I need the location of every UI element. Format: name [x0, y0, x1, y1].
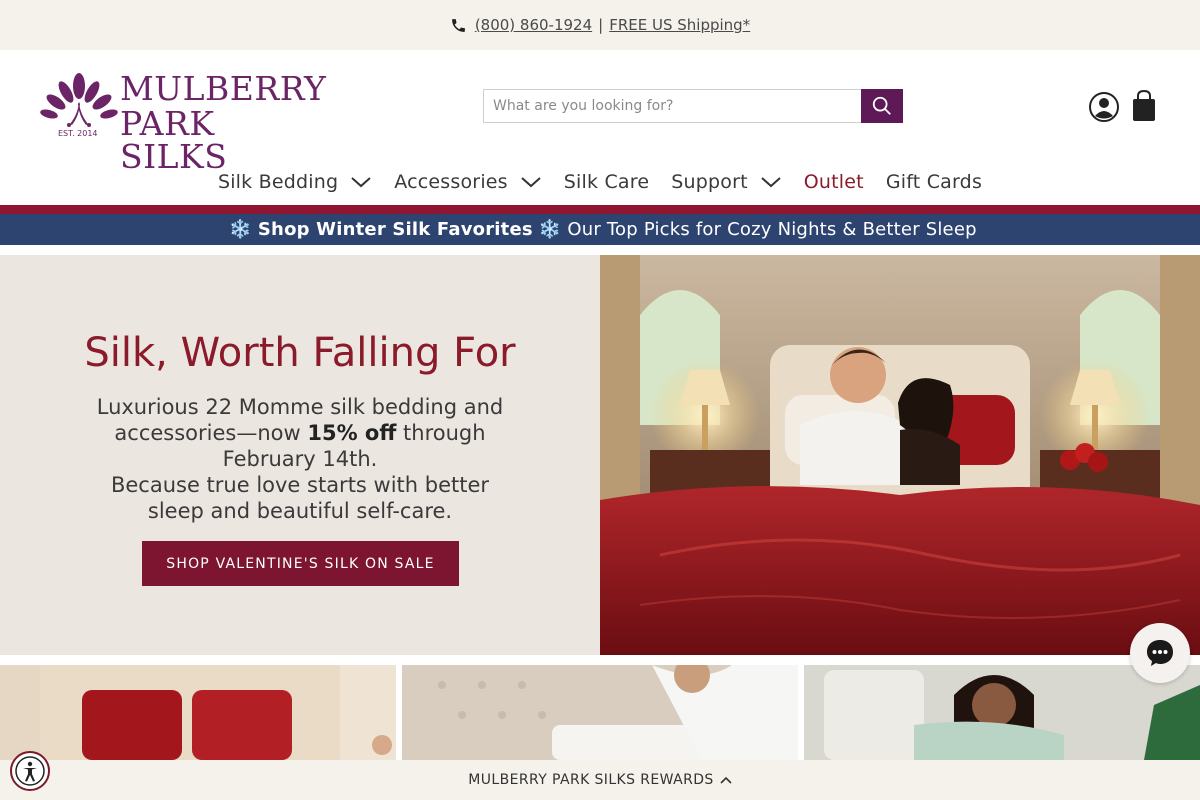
nav-item-gift-cards[interactable]: Gift Cards — [886, 171, 982, 193]
chevron-down-icon — [520, 175, 542, 189]
logo-est: EST. 2014 — [58, 129, 98, 138]
phone-link[interactable]: (800) 860-1924 — [475, 16, 592, 34]
accessibility-icon — [15, 756, 45, 786]
category-tile-care[interactable] — [402, 665, 798, 760]
chevron-down-icon — [760, 175, 782, 189]
category-tile-bedding[interactable] — [0, 665, 396, 760]
nav-item-outlet[interactable]: Outlet — [804, 171, 864, 193]
snowflake-icon: ❄️ — [229, 219, 252, 240]
main-nav: Silk Bedding Accessories Silk Care Suppo… — [0, 158, 1200, 205]
account-icon[interactable] — [1088, 91, 1120, 123]
chat-button[interactable] — [1130, 623, 1190, 683]
nav-label: Support — [671, 170, 748, 193]
nav-label: Outlet — [803, 170, 864, 193]
search-icon — [872, 96, 891, 115]
search-input[interactable] — [483, 89, 861, 123]
promo-bold: Shop Winter Silk Favorites — [257, 219, 533, 240]
hero-text-3: Because true love starts with better sle… — [110, 473, 490, 523]
top-bar: (800) 860-1924 | FREE US Shipping* — [0, 0, 1200, 50]
separator: | — [598, 16, 604, 34]
shipping-link[interactable]: FREE US Shipping* — [609, 16, 750, 34]
hero-discount: 15% off — [307, 421, 397, 445]
snowflake-icon: ❄️ — [538, 219, 562, 240]
nav-label: Accessories — [394, 170, 508, 193]
hero-image[interactable] — [600, 255, 1200, 655]
rewards-bar[interactable]: MULBERRY PARK SILKS REWARDS — [0, 760, 1200, 800]
nav-label: Silk Bedding — [217, 170, 339, 193]
chevron-down-icon — [350, 175, 372, 189]
nav-label: Gift Cards — [885, 170, 983, 193]
cart-icon[interactable] — [1132, 89, 1156, 122]
logo[interactable]: MULBERRY PARK SILKS EST. 2014 — [40, 72, 326, 173]
hero-panel: Silk, Worth Falling For Luxurious 22 Mom… — [0, 255, 600, 655]
accessibility-button[interactable] — [10, 751, 50, 791]
search-button[interactable] — [861, 89, 903, 123]
nav-item-support[interactable]: Support — [671, 171, 782, 193]
header: MULBERRY PARK SILKS EST. 2014 — [0, 50, 1200, 173]
chat-icon — [1147, 640, 1173, 666]
hero-description: Luxurious 22 Momme silk bedding and acce… — [80, 394, 520, 524]
nav-item-accessories[interactable]: Accessories — [394, 171, 542, 193]
hero-title: Silk, Worth Falling For — [84, 330, 516, 376]
logo-line1: MULBERRY — [120, 69, 327, 108]
accent-strip — [0, 205, 1200, 214]
promo-banner[interactable]: ❄️ Shop Winter Silk Favorites ❄️ Our Top… — [0, 214, 1200, 245]
category-tile-accessories[interactable] — [804, 665, 1200, 760]
chevron-up-icon — [720, 775, 732, 785]
promo-text: Our Top Picks for Cozy Nights & Better S… — [567, 219, 977, 240]
phone-icon — [450, 17, 467, 34]
nav-item-silk-care[interactable]: Silk Care — [564, 171, 649, 193]
nav-item-silk-bedding[interactable]: Silk Bedding — [218, 171, 372, 193]
search-bar — [483, 89, 903, 123]
shop-valentines-button[interactable]: SHOP VALENTINE'S SILK ON SALE — [142, 541, 459, 586]
nav-label: Silk Care — [563, 170, 650, 193]
rewards-label: MULBERRY PARK SILKS REWARDS — [468, 772, 714, 788]
